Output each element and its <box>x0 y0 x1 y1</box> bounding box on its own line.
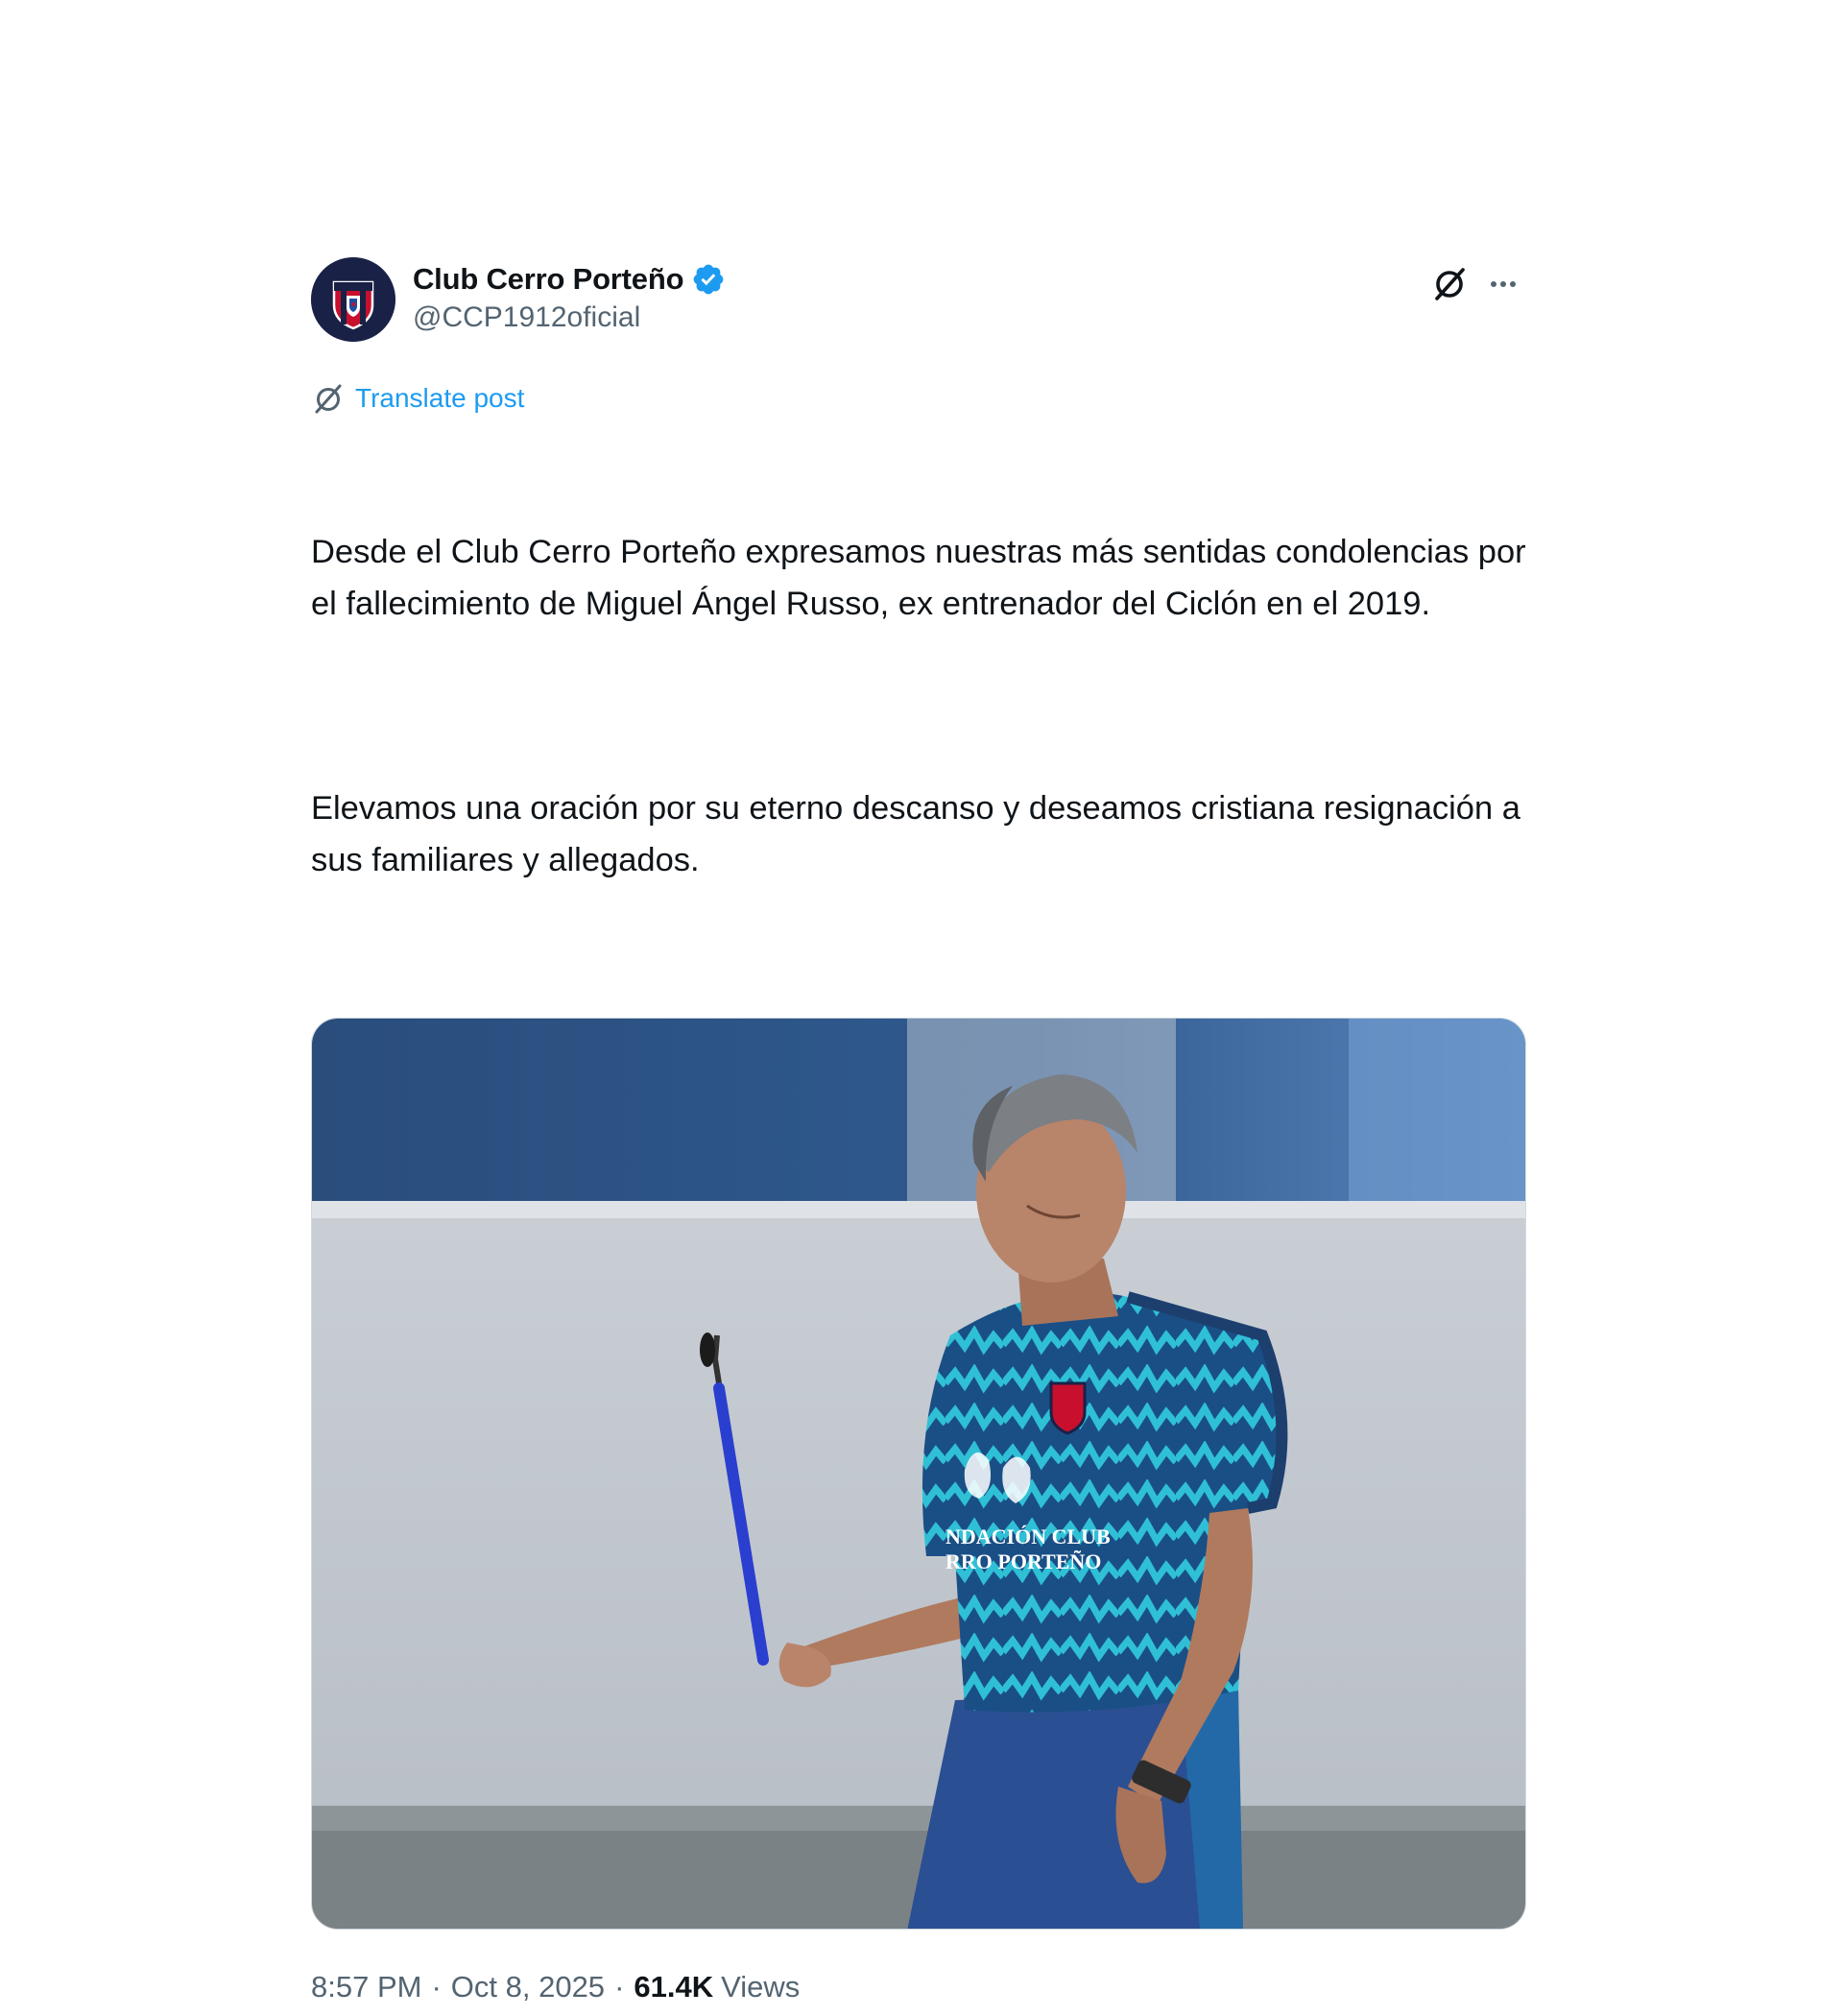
shirt-print-line-2: RRO PORTEÑO <box>945 1549 1101 1573</box>
post-paragraph: Desde el Club Cerro Porteño expresamos n… <box>311 534 1536 622</box>
meta-separator: · <box>431 1970 442 2004</box>
post-text: Desde el Club Cerro Porteño expresamos n… <box>311 424 1526 989</box>
tweet: Club Cerro Porteño @CCP1912oficial Trans… <box>311 253 1526 2004</box>
post-time[interactable]: 8:57 PM <box>311 1970 421 2004</box>
post-photo[interactable]: NDACIÓN CLUB RRO PORTEÑO <box>311 1018 1526 1930</box>
views-label[interactable]: Views <box>721 1970 800 2004</box>
translate-post-label: Translate post <box>355 383 525 413</box>
translate-icon <box>315 384 342 414</box>
display-name-row: Club Cerro Porteño <box>413 259 726 300</box>
tweet-header: Club Cerro Porteño @CCP1912oficial <box>311 253 1526 346</box>
club-crest-icon <box>311 257 395 342</box>
post-date[interactable]: Oct 8, 2025 <box>451 1970 605 2004</box>
meta-separator: · <box>614 1970 625 2004</box>
photo-coach-walking: NDACIÓN CLUB RRO PORTEÑO <box>312 1019 1525 1929</box>
grok-icon <box>1435 268 1465 300</box>
post-meta: 8:57 PM · Oct 8, 2025 · 61.4K Views <box>311 1970 1526 2004</box>
display-name[interactable]: Club Cerro Porteño <box>413 262 684 297</box>
account-names: Club Cerro Porteño @CCP1912oficial <box>413 259 726 334</box>
more-options-button[interactable] <box>1480 261 1526 307</box>
post-paragraph: Elevamos una oración por su eterno desca… <box>311 790 1530 878</box>
translate-post-link[interactable]: Translate post <box>311 378 1526 419</box>
account-handle[interactable]: @CCP1912oficial <box>413 301 726 334</box>
verified-badge-icon[interactable] <box>691 262 726 297</box>
views-count[interactable]: 61.4K <box>634 1970 713 2004</box>
more-icon <box>1491 281 1516 287</box>
grok-button[interactable] <box>1426 261 1472 307</box>
avatar[interactable] <box>311 257 395 342</box>
shirt-print-line-1: NDACIÓN CLUB <box>945 1524 1111 1548</box>
